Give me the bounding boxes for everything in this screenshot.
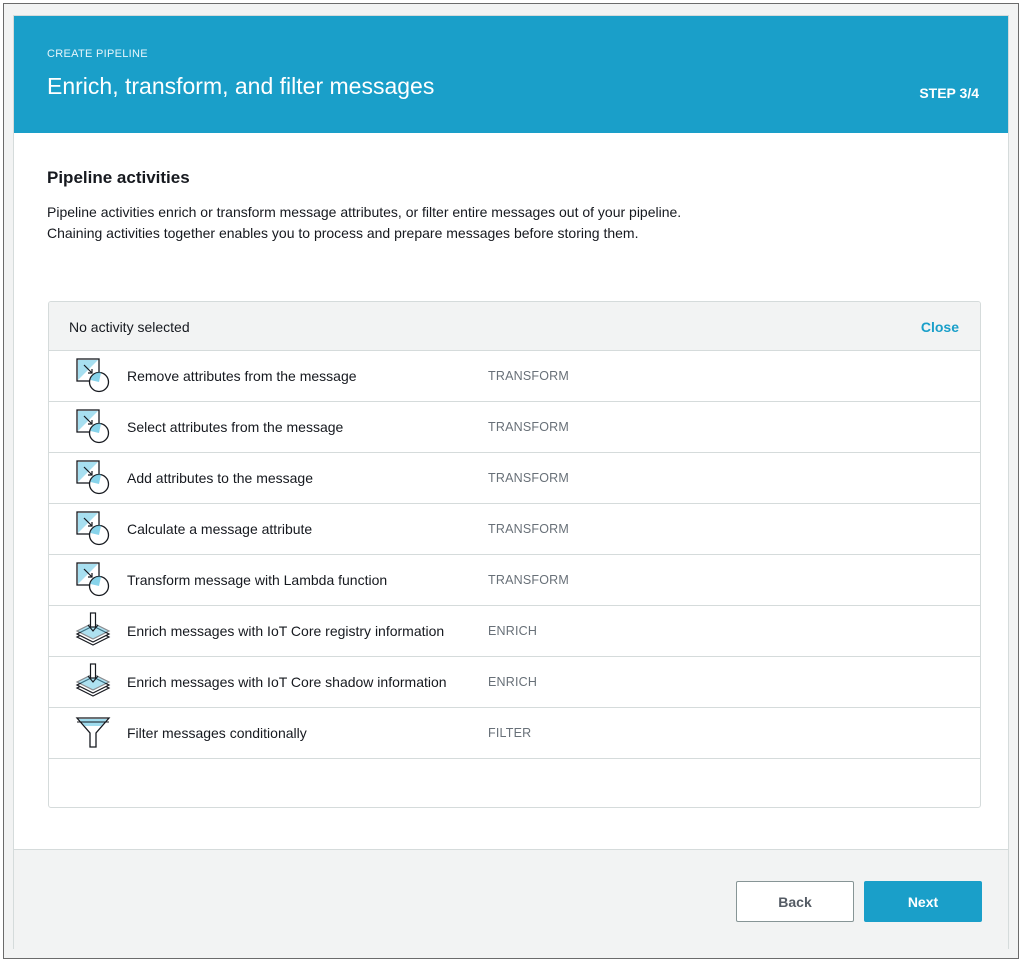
activity-panel: No activity selected Close Remove attrib… bbox=[48, 301, 981, 808]
activity-name: Calculate a message attribute bbox=[127, 521, 313, 537]
transform-icon bbox=[75, 458, 111, 496]
selection-status: No activity selected bbox=[69, 319, 190, 335]
filter-icon bbox=[75, 713, 111, 751]
activity-list: Remove attributes from the message TRANSF… bbox=[49, 351, 980, 759]
enrich-icon bbox=[75, 662, 111, 700]
activity-name: Enrich messages with IoT Core registry i… bbox=[127, 623, 445, 639]
activity-name: Add attributes to the message bbox=[127, 470, 313, 486]
activity-row[interactable]: Enrich messages with IoT Core registry i… bbox=[49, 606, 980, 657]
wizard-eyebrow: CREATE PIPELINE bbox=[47, 48, 148, 60]
activity-row[interactable]: Calculate a message attribute TRANSFORM bbox=[49, 504, 980, 555]
activity-type: ENRICH bbox=[488, 675, 538, 689]
page-title: Enrich, transform, and filter messages bbox=[47, 73, 435, 99]
window-frame: CREATE PIPELINE Enrich, transform, and f… bbox=[3, 3, 1019, 959]
wizard-footer: Back Next bbox=[14, 849, 1008, 950]
activity-row[interactable]: Enrich messages with IoT Core shadow inf… bbox=[49, 657, 980, 708]
next-button[interactable]: Next bbox=[864, 881, 982, 922]
wizard-content: Pipeline activities Pipeline activities … bbox=[14, 133, 1008, 849]
step-indicator: STEP 3/4 bbox=[919, 85, 979, 101]
close-button[interactable]: Close bbox=[921, 319, 959, 335]
activity-type: ENRICH bbox=[488, 624, 538, 638]
transform-icon bbox=[75, 356, 111, 394]
activity-type: TRANSFORM bbox=[488, 471, 569, 485]
activity-row[interactable]: Transform message with Lambda function TR… bbox=[49, 555, 980, 606]
activity-row[interactable]: Select attributes from the message TRANSF… bbox=[49, 402, 980, 453]
create-pipeline-wizard: CREATE PIPELINE Enrich, transform, and f… bbox=[13, 15, 1009, 950]
transform-icon bbox=[75, 407, 111, 445]
activity-name: Select attributes from the message bbox=[127, 419, 344, 435]
enrich-icon bbox=[75, 611, 111, 649]
back-button[interactable]: Back bbox=[736, 881, 854, 922]
activity-type: TRANSFORM bbox=[488, 369, 569, 383]
activity-row[interactable]: Add attributes to the message TRANSFORM bbox=[49, 453, 980, 504]
activity-type: FILTER bbox=[488, 726, 532, 740]
activity-type: TRANSFORM bbox=[488, 573, 569, 587]
section-title: Pipeline activities bbox=[47, 168, 190, 187]
activity-panel-header: No activity selected Close bbox=[49, 302, 980, 351]
transform-icon bbox=[75, 509, 111, 547]
section-description: Pipeline activities enrich or transform … bbox=[47, 204, 682, 241]
activity-type: TRANSFORM bbox=[488, 420, 569, 434]
activity-row[interactable]: Filter messages conditionally FILTER bbox=[49, 708, 980, 759]
wizard-header: CREATE PIPELINE Enrich, transform, and f… bbox=[14, 16, 1008, 133]
activity-name: Remove attributes from the message bbox=[127, 368, 357, 384]
activity-type: TRANSFORM bbox=[488, 522, 569, 536]
activity-name: Filter messages conditionally bbox=[127, 725, 307, 741]
activity-row[interactable]: Remove attributes from the message TRANSF… bbox=[49, 351, 980, 402]
activity-name: Transform message with Lambda function bbox=[127, 572, 388, 588]
transform-icon bbox=[75, 560, 111, 598]
activity-name: Enrich messages with IoT Core shadow inf… bbox=[127, 674, 447, 690]
